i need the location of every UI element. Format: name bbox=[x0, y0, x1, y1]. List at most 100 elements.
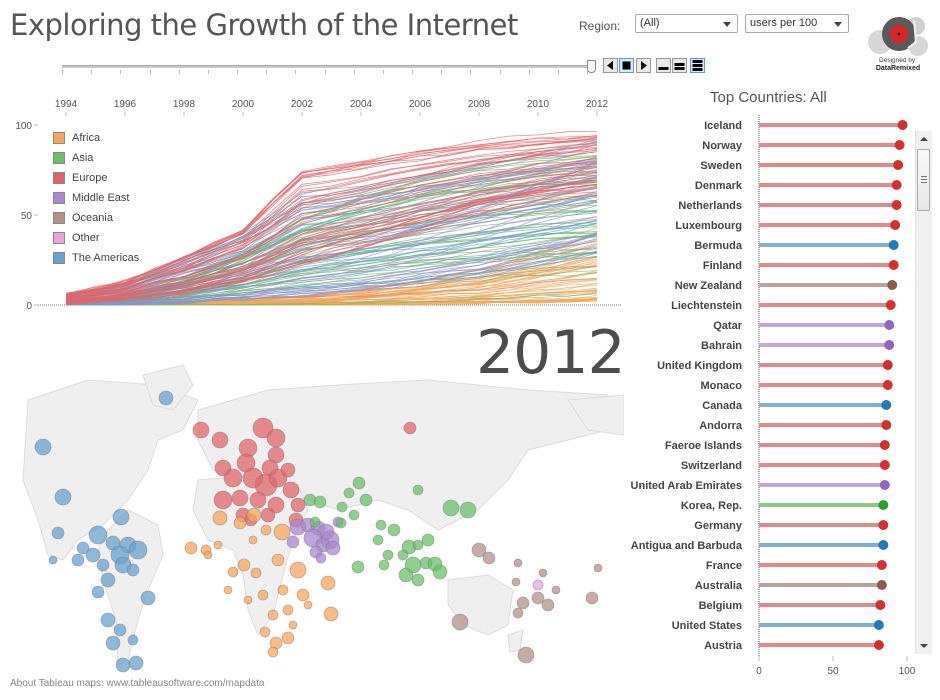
ranking-row[interactable]: Bermuda bbox=[694, 240, 899, 252]
ranking-row[interactable]: France bbox=[706, 560, 887, 572]
country-bubble-oceania[interactable] bbox=[517, 646, 535, 664]
country-bubble-africa[interactable] bbox=[237, 558, 251, 572]
scroll-thumb[interactable] bbox=[917, 149, 930, 211]
country-bubble-africa[interactable] bbox=[288, 620, 298, 630]
country-bubble-africa[interactable] bbox=[260, 524, 272, 536]
country-bubble-africa[interactable] bbox=[243, 595, 253, 605]
ranking-row[interactable]: Australia bbox=[695, 580, 887, 592]
ranking-row[interactable]: Denmark bbox=[695, 180, 902, 192]
country-bubble-europe[interactable] bbox=[231, 489, 249, 507]
lollipop-dot[interactable] bbox=[890, 220, 901, 230]
ranking-row[interactable]: Iceland bbox=[704, 120, 908, 132]
country-bubble-the-americas[interactable] bbox=[96, 558, 110, 572]
ranking-row[interactable]: Faeroe Islands bbox=[665, 440, 890, 452]
legend-item[interactable]: Asia bbox=[53, 148, 139, 168]
country-bubble-oceania[interactable] bbox=[511, 577, 521, 587]
country-bubble-europe[interactable] bbox=[282, 481, 300, 499]
country-bubble-africa[interactable] bbox=[277, 584, 289, 596]
country-bubble-oceania[interactable] bbox=[541, 598, 555, 612]
country-bubble-the-americas[interactable] bbox=[128, 540, 148, 560]
country-bubble-africa[interactable] bbox=[227, 566, 239, 578]
country-bubble-asia[interactable] bbox=[348, 509, 360, 521]
ranking-row[interactable]: Bahrain bbox=[701, 340, 895, 352]
ranking-scrollbar[interactable] bbox=[915, 131, 932, 654]
country-bubble-the-americas[interactable] bbox=[100, 572, 116, 588]
lollipop-dot[interactable] bbox=[881, 400, 892, 410]
country-bubble-asia[interactable] bbox=[372, 534, 384, 546]
country-bubble-africa[interactable] bbox=[248, 535, 258, 545]
country-bubble-asia[interactable] bbox=[309, 516, 321, 528]
lollipop-dot[interactable] bbox=[878, 520, 889, 530]
country-bubble-europe[interactable] bbox=[290, 497, 306, 513]
country-bubble-oceania[interactable] bbox=[516, 596, 530, 610]
region-dropdown[interactable]: (All) bbox=[635, 14, 738, 33]
legend-item[interactable]: Europe bbox=[53, 168, 139, 188]
country-bubble-the-americas[interactable] bbox=[48, 555, 58, 565]
lollipop-dot[interactable] bbox=[891, 180, 902, 190]
country-bubble-asia[interactable] bbox=[313, 495, 327, 509]
map-credit-link[interactable]: About Tableau maps: www.tableausoftware.… bbox=[10, 678, 264, 689]
ranking-row[interactable]: Netherlands bbox=[678, 200, 902, 212]
lollipop-dot[interactable] bbox=[876, 580, 887, 590]
country-bubble-asia[interactable] bbox=[351, 560, 365, 574]
country-bubble-oceania[interactable] bbox=[451, 613, 469, 631]
country-bubble-africa[interactable] bbox=[323, 606, 339, 622]
ranking-row[interactable]: Norway bbox=[702, 140, 905, 152]
stop-button[interactable] bbox=[619, 58, 634, 73]
country-bubble-africa[interactable] bbox=[289, 561, 307, 579]
country-bubble-oceania[interactable] bbox=[585, 591, 599, 605]
country-bubble-africa[interactable] bbox=[282, 604, 294, 616]
lollipop-dot[interactable] bbox=[882, 360, 893, 370]
ranking-row[interactable]: Luxembourg bbox=[675, 220, 901, 232]
country-bubble-africa[interactable] bbox=[267, 609, 279, 621]
bubble-map[interactable] bbox=[8, 360, 624, 692]
country-bubble-africa[interactable] bbox=[246, 507, 262, 523]
lollipop-dot[interactable] bbox=[879, 480, 890, 490]
country-bubble-asia[interactable] bbox=[352, 476, 366, 490]
country-bubble-other[interactable] bbox=[532, 579, 544, 591]
country-bubble-europe[interactable] bbox=[223, 468, 243, 488]
legend-item[interactable]: Other bbox=[53, 228, 139, 248]
country-bubble-africa[interactable] bbox=[281, 631, 295, 645]
country-bubble-the-americas[interactable] bbox=[140, 590, 156, 606]
country-bubble-oceania[interactable] bbox=[482, 551, 496, 565]
country-bubble-africa[interactable] bbox=[271, 553, 285, 567]
lollipop-dot[interactable] bbox=[873, 640, 884, 650]
country-bubble-the-americas[interactable] bbox=[115, 657, 131, 673]
country-bubble-asia[interactable] bbox=[336, 501, 348, 513]
year-slider[interactable] bbox=[62, 60, 596, 74]
country-bubble-europe[interactable] bbox=[403, 421, 417, 435]
legend-item[interactable]: The Americas bbox=[53, 248, 139, 268]
country-bubble-middle-east[interactable] bbox=[315, 552, 327, 564]
country-bubble-africa[interactable] bbox=[250, 567, 262, 579]
country-bubble-asia[interactable] bbox=[398, 567, 414, 583]
lollipop-dot[interactable] bbox=[878, 540, 889, 550]
country-bubble-asia[interactable] bbox=[343, 487, 355, 499]
lollipop-dot[interactable] bbox=[878, 500, 889, 510]
country-bubble-oceania[interactable] bbox=[531, 591, 545, 605]
country-bubble-asia[interactable] bbox=[412, 539, 424, 551]
lollipop-dot[interactable] bbox=[876, 560, 887, 570]
country-bubble-africa[interactable] bbox=[320, 575, 336, 591]
country-bubble-the-americas[interactable] bbox=[100, 612, 116, 628]
country-bubble-asia[interactable] bbox=[335, 517, 347, 529]
country-bubble-asia[interactable] bbox=[442, 499, 460, 517]
ranking-row[interactable]: Finland bbox=[703, 260, 899, 272]
country-bubble-asia[interactable] bbox=[387, 523, 401, 537]
country-bubble-oceania[interactable] bbox=[538, 568, 548, 578]
country-bubble-the-americas[interactable] bbox=[128, 655, 144, 671]
country-bubble-the-americas[interactable] bbox=[85, 547, 101, 563]
country-bubble-europe[interactable] bbox=[192, 421, 210, 439]
country-bubble-oceania[interactable] bbox=[512, 607, 524, 619]
lollipop-dot[interactable] bbox=[884, 320, 895, 330]
lollipop-dot[interactable] bbox=[897, 120, 908, 130]
lollipop-dot[interactable] bbox=[879, 460, 890, 470]
lollipop-dot[interactable] bbox=[887, 280, 898, 290]
lollipop-dot[interactable] bbox=[881, 420, 892, 430]
lollipop-dot[interactable] bbox=[888, 240, 899, 250]
country-bubble-middle-east[interactable] bbox=[286, 535, 300, 549]
country-bubble-the-americas[interactable] bbox=[34, 438, 52, 456]
country-bubble-asia[interactable] bbox=[459, 501, 477, 519]
country-bubble-africa[interactable] bbox=[303, 600, 313, 610]
country-bubble-the-americas[interactable] bbox=[91, 585, 105, 599]
